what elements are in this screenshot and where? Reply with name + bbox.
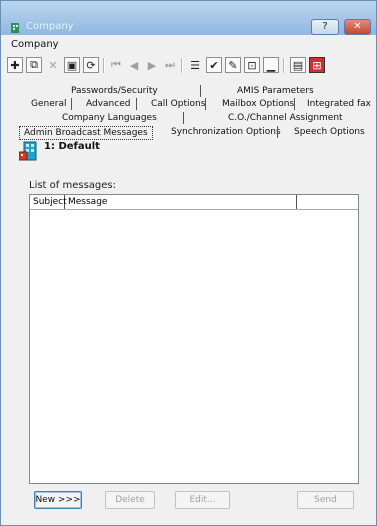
column-empty[interactable]	[297, 195, 358, 209]
tab-divider	[136, 98, 137, 110]
tab-company-languages[interactable]: Company Languages	[62, 112, 157, 124]
company-app-icon	[11, 23, 19, 33]
tab-co-channel-assignment[interactable]: C.O./Channel Assignment	[228, 112, 343, 124]
send-button[interactable]: Send	[297, 491, 354, 509]
delete-button[interactable]: Delete	[105, 491, 155, 509]
next-record-icon[interactable]: ▶	[144, 57, 160, 73]
first-record-icon[interactable]: ⏮	[108, 57, 124, 73]
title-bar[interactable]: Company ? ✕	[1, 1, 376, 35]
tab-speech-options[interactable]: Speech Options	[294, 126, 365, 138]
toolbar-separator	[283, 58, 285, 73]
edit-icon[interactable]: ✎	[225, 57, 241, 73]
tab-row-4: Admin Broadcast Messages Synchronization…	[1, 126, 377, 140]
tab-integrated-fax[interactable]: Integrated fax	[307, 98, 371, 110]
tab-divider	[200, 85, 201, 97]
column-subject[interactable]: Subject	[30, 195, 67, 209]
toolbar: ✚ ⧉ ✕ ▣ ⟳ ⏮ ◀ ▶ ⏭ ☰ ✔ ✎ ⊡ ▁ ▤ ⊞	[5, 55, 373, 77]
tab-divider	[205, 98, 206, 110]
save-icon[interactable]: ▣	[64, 57, 80, 73]
tab-divider	[71, 98, 72, 110]
refresh-icon[interactable]: ⟳	[83, 57, 99, 73]
button-bar: New >>> Delete Edit... Send	[1, 491, 377, 511]
tab-call-options[interactable]: Call Options	[151, 98, 205, 110]
add-icon[interactable]: ✚	[7, 57, 23, 73]
tab-amis-parameters[interactable]: AMIS Parameters	[237, 85, 314, 97]
company-window: Company ? ✕ Company ✚ ⧉ ✕ ▣ ⟳ ⏮ ◀ ▶ ⏭ ☰ …	[0, 0, 377, 526]
column-message[interactable]: Message	[65, 195, 297, 209]
list-icon[interactable]: ☰	[187, 57, 203, 73]
grid-icon[interactable]: ⊞	[309, 57, 325, 73]
list-of-messages-label: List of messages:	[29, 180, 116, 191]
tab-row-1: Passwords/Security AMIS Parameters	[1, 85, 377, 97]
tab-general[interactable]: General	[31, 98, 66, 110]
tab-divider	[183, 112, 184, 124]
tab-row-3: Company Languages C.O./Channel Assignmen…	[1, 112, 377, 124]
list-header: Subject Message	[30, 195, 358, 210]
menu-bar: Company	[1, 37, 376, 53]
new-button[interactable]: New >>>	[34, 491, 82, 509]
copy-icon[interactable]: ⧉	[26, 57, 42, 73]
company-building-icon	[19, 141, 37, 161]
tab-divider	[294, 98, 295, 110]
last-record-icon[interactable]: ⏭	[162, 57, 178, 73]
report-icon[interactable]: ▤	[290, 57, 306, 73]
messages-list[interactable]: Subject Message	[29, 194, 359, 484]
close-button[interactable]: ✕	[344, 19, 371, 35]
window-title: Company	[26, 21, 74, 32]
view-icon[interactable]: ⊡	[244, 57, 260, 73]
tab-synchronization-options[interactable]: Synchronization Options	[171, 126, 281, 138]
help-button[interactable]: ?	[311, 19, 339, 35]
prev-record-icon[interactable]: ◀	[126, 57, 142, 73]
toolbar-separator	[103, 58, 105, 73]
tab-passwords-security[interactable]: Passwords/Security	[71, 85, 158, 97]
tab-divider	[277, 126, 278, 138]
delete-icon[interactable]: ✕	[45, 57, 61, 73]
tab-advanced[interactable]: Advanced	[86, 98, 130, 110]
edit-button[interactable]: Edit...	[175, 491, 230, 509]
toolbar-separator	[181, 58, 183, 73]
tab-admin-broadcast-messages[interactable]: Admin Broadcast Messages	[19, 126, 153, 140]
check-icon[interactable]: ✔	[206, 57, 222, 73]
tab-mailbox-options[interactable]: Mailbox Options	[222, 98, 294, 110]
company-name-label: 1: Default	[44, 141, 100, 152]
menu-company[interactable]: Company	[11, 39, 59, 50]
tab-row-2: General Advanced Call Options Mailbox Op…	[1, 98, 377, 110]
chart-icon[interactable]: ▁	[263, 57, 279, 73]
